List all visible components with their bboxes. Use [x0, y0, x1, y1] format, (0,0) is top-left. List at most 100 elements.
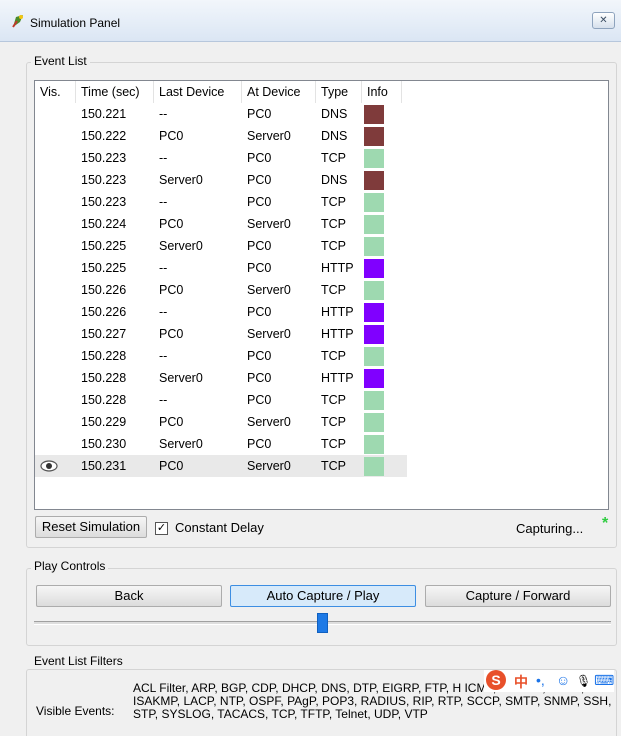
cell-type: HTTP [321, 305, 354, 319]
cell-at-device: PC0 [247, 261, 272, 275]
cell-last-device: -- [159, 151, 168, 165]
column-header-vis[interactable]: Vis. [35, 81, 76, 103]
cell-at-device: Server0 [247, 327, 291, 341]
play-controls-group [26, 568, 617, 646]
event-row[interactable]: 150.223 Server0 PC0 DNS [35, 169, 608, 191]
cell-type: DNS [321, 107, 348, 121]
app-icon [12, 15, 23, 28]
back-button[interactable]: Back [36, 585, 222, 607]
cell-type: TCP [321, 437, 346, 451]
cell-type: TCP [321, 393, 346, 407]
constant-delay-checkbox[interactable]: ✓ [155, 522, 168, 535]
ime-mic-icon[interactable]: 🎙 [576, 674, 591, 688]
event-row[interactable]: 150.228 -- PC0 TCP [35, 345, 608, 367]
cell-at-device: PC0 [247, 305, 272, 319]
info-color-swatch[interactable] [364, 149, 384, 168]
visible-events-label: Visible Events: [36, 704, 115, 718]
event-row[interactable]: 150.229 PC0 Server0 TCP [35, 411, 608, 433]
info-color-swatch[interactable] [364, 105, 384, 124]
column-header-type[interactable]: Type [316, 81, 362, 103]
cell-type: HTTP [321, 371, 354, 385]
cell-time: 150.224 [81, 217, 127, 231]
event-row[interactable]: 150.231 PC0 Server0 TCP [35, 455, 608, 477]
cell-time: 150.221 [81, 107, 127, 121]
event-table[interactable]: Vis. Time (sec) Last Device At Device Type In… [34, 80, 609, 510]
cell-type: TCP [321, 349, 346, 363]
cell-last-device: Server0 [159, 437, 203, 451]
eye-icon[interactable] [40, 460, 58, 472]
info-color-swatch[interactable] [364, 281, 384, 300]
column-header-info[interactable]: Info [362, 81, 402, 103]
ime-emoji-icon[interactable]: ☺ [556, 672, 570, 688]
cell-at-device: Server0 [247, 129, 291, 143]
cell-last-device: PC0 [159, 459, 184, 473]
event-row[interactable]: 150.226 PC0 Server0 TCP [35, 279, 608, 301]
cell-last-device: PC0 [159, 129, 184, 143]
column-header-time[interactable]: Time (sec) [76, 81, 154, 103]
cell-last-device: Server0 [159, 371, 203, 385]
sogou-logo-icon[interactable]: S [486, 670, 506, 690]
cell-last-device: PC0 [159, 415, 184, 429]
event-row[interactable]: 150.224 PC0 Server0 TCP [35, 213, 608, 235]
ime-punctuation-icon[interactable]: •, [536, 672, 545, 688]
ime-toolbar[interactable]: S 中 •, ☺ 🎙 ⌨ [484, 670, 614, 692]
cell-type: DNS [321, 129, 348, 143]
info-color-swatch[interactable] [364, 171, 384, 190]
cell-time: 150.223 [81, 151, 127, 165]
info-color-swatch[interactable] [364, 303, 384, 322]
cell-at-device: PC0 [247, 173, 272, 187]
cell-type: TCP [321, 415, 346, 429]
ime-language-icon[interactable]: 中 [514, 672, 528, 692]
cell-at-device: PC0 [247, 393, 272, 407]
info-color-swatch[interactable] [364, 435, 384, 454]
info-color-swatch[interactable] [364, 457, 384, 476]
info-color-swatch[interactable] [364, 127, 384, 146]
ime-keyboard-icon[interactable]: ⌨ [594, 672, 614, 689]
event-row[interactable]: 150.223 -- PC0 TCP [35, 191, 608, 213]
event-row[interactable]: 150.227 PC0 Server0 HTTP [35, 323, 608, 345]
auto-capture-play-button[interactable]: Auto Capture / Play [230, 585, 416, 607]
event-row[interactable]: 150.225 Server0 PC0 TCP [35, 235, 608, 257]
event-row[interactable]: 150.226 -- PC0 HTTP [35, 301, 608, 323]
cell-last-device: -- [159, 393, 168, 407]
capture-forward-button[interactable]: Capture / Forward [425, 585, 611, 607]
info-color-swatch[interactable] [364, 215, 384, 234]
info-color-swatch[interactable] [364, 413, 384, 432]
info-color-swatch[interactable] [364, 259, 384, 278]
cell-last-device: -- [159, 349, 168, 363]
cell-last-device: PC0 [159, 327, 184, 341]
check-icon: ✓ [156, 522, 167, 534]
cell-at-device: PC0 [247, 371, 272, 385]
event-list-label: Event List [31, 54, 90, 68]
info-color-swatch[interactable] [364, 193, 384, 212]
event-row[interactable]: 150.225 -- PC0 HTTP [35, 257, 608, 279]
cell-type: TCP [321, 459, 346, 473]
close-button[interactable]: ✕ [592, 12, 615, 29]
event-list-filters-label: Event List Filters [31, 654, 126, 668]
event-row[interactable]: 150.223 -- PC0 TCP [35, 147, 608, 169]
cell-time: 150.223 [81, 195, 127, 209]
cell-at-device: Server0 [247, 459, 291, 473]
event-row[interactable]: 150.222 PC0 Server0 DNS [35, 125, 608, 147]
info-color-swatch[interactable] [364, 237, 384, 256]
cell-time: 150.228 [81, 371, 127, 385]
event-row[interactable]: 150.221 -- PC0 DNS [35, 103, 608, 125]
info-color-swatch[interactable] [364, 347, 384, 366]
cell-last-device: -- [159, 261, 168, 275]
event-row[interactable]: 150.228 -- PC0 TCP [35, 389, 608, 411]
info-color-swatch[interactable] [364, 391, 384, 410]
event-row[interactable]: 150.228 Server0 PC0 HTTP [35, 367, 608, 389]
column-header-last-device[interactable]: Last Device [154, 81, 242, 103]
cell-last-device: PC0 [159, 283, 184, 297]
cell-time: 150.225 [81, 239, 127, 253]
column-header-at-device[interactable]: At Device [242, 81, 316, 103]
cell-type: DNS [321, 173, 348, 187]
info-color-swatch[interactable] [364, 325, 384, 344]
event-row[interactable]: 150.230 Server0 PC0 TCP [35, 433, 608, 455]
cell-at-device: Server0 [247, 217, 291, 231]
title-bar: Simulation Panel ✕ [0, 0, 621, 42]
cell-at-device: PC0 [247, 437, 272, 451]
play-speed-slider-thumb[interactable] [317, 613, 328, 633]
info-color-swatch[interactable] [364, 369, 384, 388]
reset-simulation-button[interactable]: Reset Simulation [35, 516, 147, 538]
